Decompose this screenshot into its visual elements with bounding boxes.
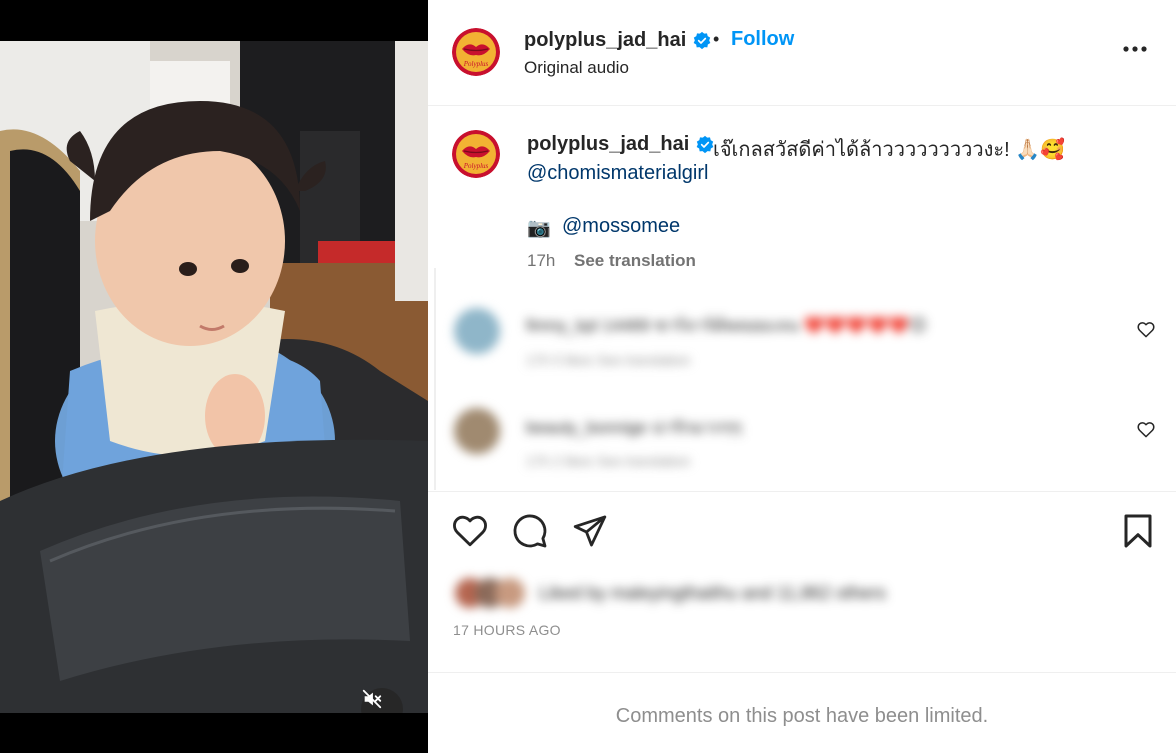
liked-by-row[interactable]: Liked by maleyingthaithu and 11,862 othe… (453, 576, 973, 610)
verified-badge-icon (696, 135, 714, 153)
commenter-avatar[interactable] (454, 408, 500, 454)
more-options-button[interactable] (1122, 40, 1148, 58)
comment-meta: 17h 2 likes See translation (526, 453, 691, 469)
post-video[interactable] (0, 41, 428, 713)
commenter-avatar[interactable] (454, 308, 500, 354)
comment-like-button[interactable] (1137, 421, 1155, 443)
liker-avatar (495, 578, 525, 608)
post-details-panel: Polyplus polyplus_jad_hai • Follow Origi… (428, 0, 1176, 753)
comment-button[interactable] (512, 513, 548, 554)
heart-icon (1137, 322, 1155, 338)
comment-icon (513, 514, 547, 548)
polyplus-logo-icon: Polyplus (452, 130, 500, 178)
caption-timestamp[interactable]: 17h (527, 251, 555, 271)
video-frame-illustration (0, 41, 428, 713)
caption-username-text[interactable]: polyplus_jad_hai (527, 133, 689, 155)
camera-icon: 📷 (527, 218, 551, 239)
photo-credit-link[interactable]: @mossomee (562, 215, 680, 238)
author-username[interactable]: polyplus_jad_hai (524, 29, 712, 52)
comment-like-button[interactable] (1137, 321, 1155, 343)
save-button[interactable] (1123, 513, 1153, 554)
like-button[interactable] (452, 514, 488, 552)
verified-badge-icon (693, 31, 711, 49)
share-button[interactable] (572, 514, 608, 553)
bookmark-icon (1124, 514, 1152, 548)
liked-by-text: Liked by maleyingthaithu and 11,862 othe… (539, 583, 886, 603)
audio-label[interactable]: Original audio (524, 58, 629, 78)
comment-meta: 17h 5 likes See translation (526, 352, 691, 368)
share-icon (573, 515, 607, 547)
author-avatar[interactable]: Polyplus (452, 28, 500, 76)
heart-icon (1137, 422, 1155, 438)
comments-scroll-track (434, 268, 436, 490)
speaker-muted-icon (362, 689, 382, 709)
post-age[interactable]: 17 HOURS AGO (453, 622, 561, 639)
actions-divider (428, 491, 1176, 492)
polyplus-logo-icon: Polyplus (452, 28, 500, 76)
caption-author-avatar[interactable]: Polyplus (452, 130, 500, 178)
header-divider (428, 105, 1176, 106)
comment-text: fimny_kpl 14489 ชาร์จาร์ต์พลอยแจน ❤️❤️❤️… (526, 316, 928, 335)
comment-text: beauty_bonnige น่ารักมากๆๆ (526, 418, 742, 437)
see-translation-button[interactable]: See translation (574, 251, 696, 271)
caption-username[interactable]: polyplus_jad_hai (527, 133, 715, 156)
heart-icon (453, 515, 487, 547)
svg-text:Polyplus: Polyplus (463, 60, 489, 68)
more-options-icon (1123, 46, 1147, 52)
follow-button[interactable]: Follow (731, 28, 794, 51)
caption-mention-link[interactable]: @chomismaterialgirl (527, 162, 708, 185)
comments-limited-notice: Comments on this post have been limited. (615, 705, 989, 727)
footer-divider (428, 672, 1176, 673)
svg-text:Polyplus: Polyplus (463, 162, 489, 170)
header-separator: • (713, 29, 720, 49)
author-username-text[interactable]: polyplus_jad_hai (524, 29, 686, 51)
media-pane (0, 0, 428, 753)
caption-text: เจ๊เกลสวัสดีค่าได้ล้าวววววววววงะ! 🙏🏻🥰 (713, 139, 1066, 161)
